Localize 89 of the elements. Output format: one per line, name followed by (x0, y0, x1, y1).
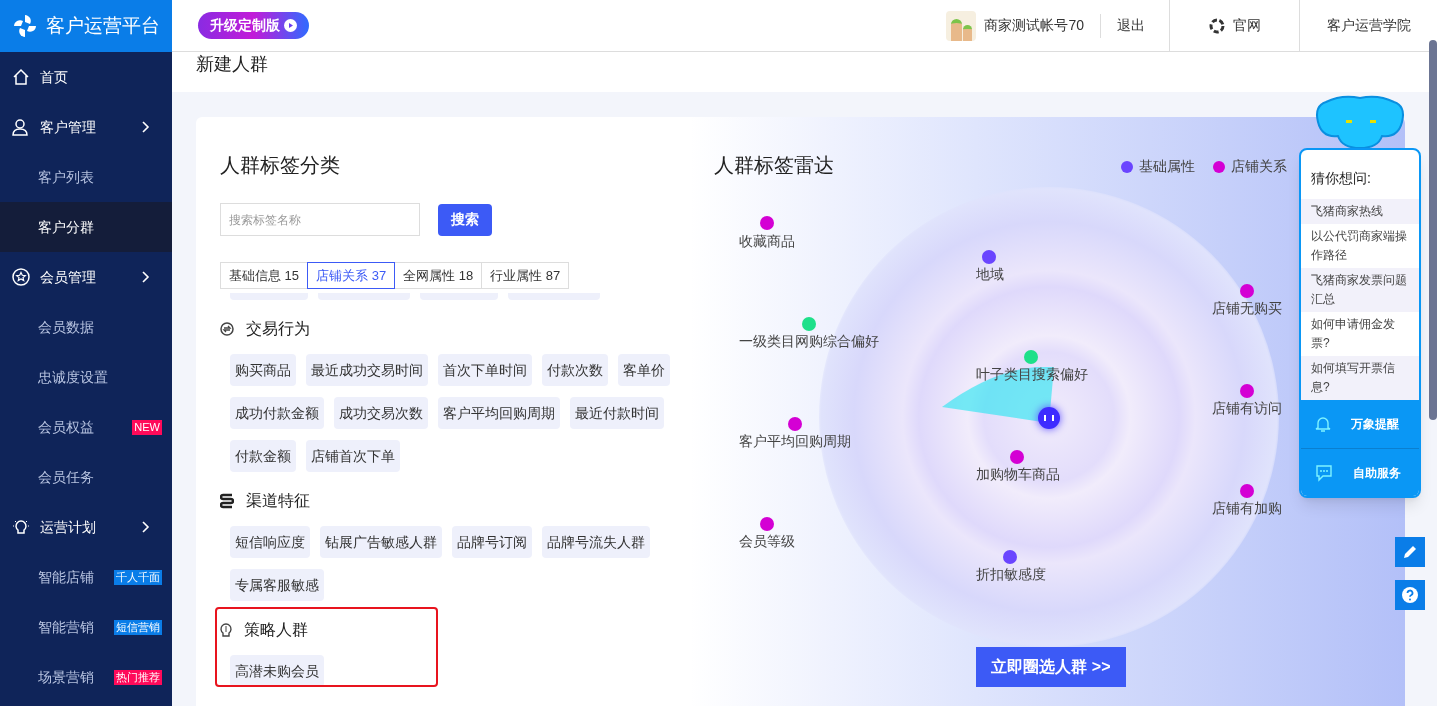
tag-chip[interactable]: 客单价 (618, 354, 670, 386)
radar-label: 店铺有访问 (1212, 399, 1282, 418)
play-icon (284, 19, 297, 32)
category-tab[interactable]: 基础信息 15 (220, 262, 309, 289)
user-icon (12, 118, 30, 136)
app-title: 客户运营平台 (46, 13, 160, 38)
radar-label: 店铺无购买 (1212, 299, 1282, 318)
badge: 短信营销 (114, 619, 162, 635)
academy-link[interactable]: 客户运营学院 (1300, 15, 1437, 36)
bell-icon (1315, 415, 1331, 433)
logout-link[interactable]: 退出 (1117, 15, 1145, 36)
section-title: 人群标签雷达 (714, 153, 834, 177)
upgrade-button[interactable]: 升级定制版 (198, 12, 309, 39)
group-title: 策略人群 (244, 620, 308, 640)
sidebar-item[interactable]: 客户管理 (0, 102, 172, 152)
sidebar-subitem[interactable]: 客户分群 (0, 202, 172, 252)
help-button[interactable] (1395, 580, 1425, 610)
group-title: 交易行为 (246, 319, 310, 339)
sidebar-item[interactable]: 会员管理 (0, 252, 172, 302)
help-icon (1401, 586, 1419, 604)
sidebar-subitem[interactable]: 会员数据 (0, 302, 172, 352)
radar-label: 加购物车商品 (976, 465, 1060, 484)
tag-chip[interactable]: 最近成功交易时间 (306, 354, 428, 386)
question-link[interactable]: 飞猪商家发票问题汇总 (1301, 268, 1419, 312)
category-tab[interactable]: 店铺关系 37 (307, 262, 396, 289)
tag-chip[interactable]: 短信响应度 (230, 526, 310, 558)
avatar-drawing (946, 10, 977, 41)
lightbulb-icon (12, 518, 30, 536)
tag-chip[interactable]: 品牌号订阅 (452, 526, 532, 558)
chevron-right-icon (142, 521, 150, 533)
radar-label: 收藏商品 (739, 232, 795, 251)
radar-label: 折扣敏感度 (976, 565, 1046, 584)
sidebar-subitem[interactable]: 会员权益 NEW (0, 402, 172, 452)
question-link[interactable]: 如何填写开票信息? (1301, 356, 1419, 400)
page-title: 新建人群 (196, 53, 268, 76)
radar-label: 地域 (976, 265, 1004, 284)
search-button[interactable]: 搜索 (438, 203, 492, 236)
badge: 热门推荐 (114, 669, 162, 685)
exchange-icon (220, 322, 234, 336)
search-field[interactable]: 搜索标签名称 (220, 203, 420, 236)
pencil-icon (1402, 544, 1418, 560)
group-title: 渠道特征 (246, 491, 310, 511)
sidebar-item[interactable]: 运营计划 (0, 502, 172, 552)
tag-chip[interactable]: 付款次数 (542, 354, 608, 386)
home-icon (12, 68, 30, 86)
category-tab[interactable]: 行业属性 87 (481, 262, 570, 289)
tag-chip[interactable]: 成功交易次数 (334, 397, 428, 429)
sidebar-subitem[interactable]: 智能营销 短信营销 (0, 602, 172, 652)
chat-icon (1315, 463, 1333, 482)
chevron-right-icon (142, 121, 150, 133)
tag-chip[interactable]: 客户平均回购周期 (438, 397, 560, 429)
tag-chip[interactable]: 钻展广告敏感人群 (320, 526, 442, 558)
chevron-right-icon (142, 271, 150, 283)
question-link[interactable]: 以公代罚商家端操作路径 (1301, 224, 1419, 268)
sidebar-subitem[interactable]: 忠诚度设置 (0, 352, 172, 402)
category-tab[interactable]: 全网属性 18 (394, 262, 483, 289)
select-crowd-button[interactable]: 立即圈选人群 >> (976, 647, 1126, 687)
section-title: 人群标签分类 (220, 153, 341, 177)
badge: NEW (132, 419, 162, 435)
radar-label: 会员等级 (739, 532, 795, 551)
tag-chip[interactable]: 付款金额 (230, 440, 296, 472)
tag-chip[interactable]: 首次下单时间 (438, 354, 532, 386)
tag-chip[interactable]: 最近付款时间 (570, 397, 664, 429)
radar-label: 一级类目网购综合偏好 (739, 332, 879, 351)
badge: 千人千面 (114, 569, 162, 585)
pinwheel-logo-icon (12, 13, 38, 39)
account-name[interactable]: 商家测试帐号70 (984, 15, 1084, 36)
tag-chip[interactable]: 店铺首次下单 (306, 440, 400, 472)
tag-chip[interactable]: 高潜未购会员 (230, 655, 324, 687)
official-site-link[interactable]: 官网 (1170, 15, 1299, 36)
question-link[interactable]: 飞猪商家热线 (1301, 199, 1419, 224)
radar-label: 客户平均回购周期 (739, 432, 851, 451)
legend-label: 基础属性 (1139, 157, 1195, 176)
question-link[interactable]: 如何申请佣金发票? (1301, 312, 1419, 356)
sidebar-subitem[interactable]: 会员任务 (0, 452, 172, 502)
sidebar-item[interactable]: 首页 (0, 52, 172, 102)
tag-chip[interactable]: 品牌号流失人群 (542, 526, 650, 558)
tag-chip[interactable]: 成功付款金额 (230, 397, 324, 429)
sidebar-subitem[interactable]: 场景营销 热门推荐 (0, 652, 172, 702)
edit-button[interactable] (1395, 537, 1425, 567)
tag-chip[interactable]: 购买商品 (230, 354, 296, 386)
radar-label: 店铺有加购 (1212, 499, 1282, 518)
legend-label: 店铺关系 (1231, 157, 1287, 176)
tag-chip[interactable]: 专属客服敏感 (230, 569, 324, 601)
lightbulb-icon (220, 622, 232, 638)
channel-icon (220, 493, 234, 509)
sidebar-subitem[interactable]: 智能店铺 千人千面 (0, 552, 172, 602)
sidebar-subitem[interactable]: 客户列表 (0, 152, 172, 202)
helper-title: 猜你想问: (1310, 169, 1372, 188)
